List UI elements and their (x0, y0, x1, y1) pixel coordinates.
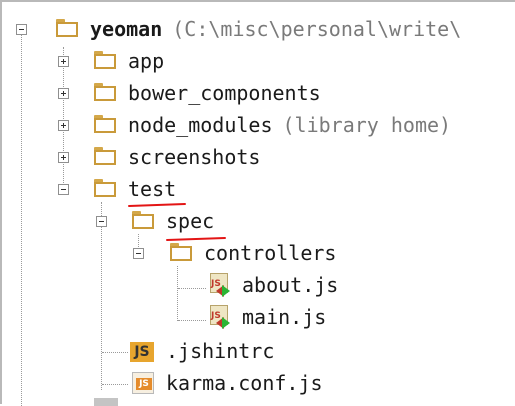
node-label: .jshintrc (166, 339, 275, 363)
node-label: controllers (204, 241, 337, 265)
js-test-file-icon: JS (210, 305, 230, 329)
node-label: bower_components (128, 81, 321, 105)
partial-next-item-icon (94, 398, 118, 406)
tree-node-controllers[interactable]: controllers (204, 238, 336, 268)
node-label: karma.conf.js (166, 371, 323, 395)
expand-toggle[interactable] (58, 120, 69, 131)
tree-node-screenshots[interactable]: screenshots (128, 142, 260, 172)
tree-node-main-js[interactable]: main.js (242, 302, 326, 332)
tree-guide-line (178, 320, 206, 321)
node-label: app (128, 49, 165, 73)
node-label: about.js (242, 273, 339, 297)
tree-node-node-modules[interactable]: node_modules (library home) (128, 110, 451, 140)
karma-config-icon: JS (132, 372, 154, 394)
tree-node-jshintrc[interactable]: .jshintrc (166, 336, 274, 366)
node-label: main.js (242, 305, 327, 329)
tree-node-about-js[interactable]: about.js (242, 270, 338, 300)
tree-guide-line (178, 288, 206, 289)
folder-icon (170, 243, 192, 261)
collapse-toggle[interactable] (133, 248, 144, 259)
js-test-file-icon: JS (210, 273, 230, 297)
tree-node-test[interactable]: test (128, 174, 176, 204)
tree-node-karma-conf-js[interactable]: karma.conf.js (166, 368, 323, 398)
folder-icon (56, 19, 78, 37)
folder-icon (94, 147, 116, 165)
tree-node-app[interactable]: app (128, 46, 164, 76)
node-label: spec (166, 209, 215, 233)
collapse-toggle[interactable] (58, 184, 69, 195)
expand-toggle[interactable] (58, 56, 69, 67)
tree-node-spec[interactable]: spec (166, 206, 214, 236)
node-path: (C:\misc\personal\write\ (172, 17, 462, 41)
tree-guide-line (101, 202, 102, 390)
tree-guide-line (21, 32, 22, 406)
jshint-icon: JS (130, 342, 154, 362)
tree-guide-line (177, 266, 178, 321)
tree-guide-line (102, 352, 128, 353)
project-tree-panel: yeoman (C:\misc\personal\write\ app bowe… (0, 0, 515, 406)
node-label: screenshots (128, 145, 261, 169)
folder-icon (94, 51, 116, 69)
tree-node-yeoman[interactable]: yeoman (C:\misc\personal\write\ (90, 14, 461, 44)
folder-icon (94, 115, 116, 133)
karma-icon-text: JS (136, 378, 152, 390)
tree-guide-line (63, 47, 64, 187)
tree-node-bower-components[interactable]: bower_components (128, 78, 321, 108)
node-label: yeoman (90, 17, 163, 41)
library-home-note: (library home) (282, 113, 452, 137)
node-label: node_modules (128, 113, 273, 137)
expand-toggle[interactable] (58, 152, 69, 163)
expand-toggle[interactable] (58, 88, 69, 99)
collapse-toggle[interactable] (96, 216, 107, 227)
collapse-toggle[interactable] (16, 24, 27, 35)
folder-icon (94, 83, 116, 101)
folder-icon (94, 179, 116, 197)
folder-icon (132, 211, 154, 229)
tree-guide-line (102, 384, 128, 385)
node-label: test (128, 177, 177, 201)
